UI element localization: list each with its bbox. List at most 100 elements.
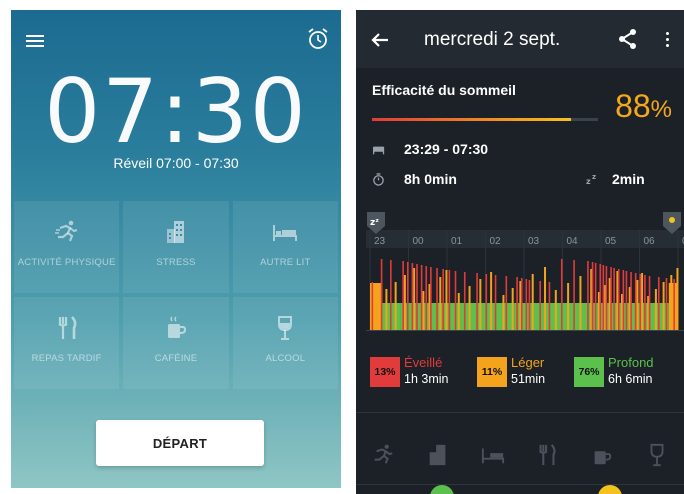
running-icon (54, 220, 77, 242)
tag-label: REPAS TARDIF (31, 353, 102, 364)
alarm-time[interactable]: 07:30 (11, 62, 341, 162)
back-arrow-icon[interactable] (370, 30, 390, 50)
tag-physical-activity[interactable]: ACTIVITÉ PHYSIQUE (14, 201, 120, 293)
share-icon[interactable] (618, 28, 638, 50)
efficiency-progress-fill (372, 118, 571, 121)
light-spike (670, 275, 673, 330)
hour-tick-label: 23 (374, 236, 386, 247)
bed-time-range: 23:29 - 07:30 (404, 141, 489, 157)
tag-label: CAFÉINE (154, 353, 198, 364)
awake-spike (634, 273, 637, 330)
awake-spike (476, 273, 478, 330)
awake-spike (402, 261, 404, 330)
efficiency-label: Efficacité du sommeil (372, 82, 516, 98)
hour-tick-label: 05 (605, 236, 617, 247)
stage-segment-deep (450, 303, 515, 330)
buildings-icon[interactable] (426, 443, 450, 467)
awake-spike (657, 277, 660, 330)
awake-spike (390, 260, 392, 330)
awake-spike (602, 265, 605, 330)
awake-spike (644, 275, 646, 330)
awake-spike (599, 264, 602, 330)
deep-duration: 6h 6min (608, 372, 653, 386)
tag-late-meal[interactable]: REPAS TARDIF (14, 297, 120, 389)
awake-spike (380, 259, 383, 330)
tag-alcohol[interactable]: ALCOOL (232, 297, 338, 389)
light-spike (662, 282, 665, 330)
coffee-cup-icon[interactable] (590, 443, 614, 467)
tag-label: STRESS (156, 257, 196, 268)
awake-spike (610, 267, 612, 330)
light-spike (457, 293, 460, 330)
tag-caffeine[interactable]: CAFÉINE (123, 297, 229, 389)
timer-icon (373, 173, 384, 186)
hamburger-menu-icon[interactable] (26, 32, 48, 52)
tag-stress[interactable]: STRESS (123, 201, 229, 293)
sleep-tags-grid: ACTIVITÉ PHYSIQUE STRESS AUTRE LIT REPAS… (14, 201, 338, 389)
tags-row (356, 425, 684, 485)
buildings-icon (166, 221, 184, 243)
green-indicator (430, 485, 454, 494)
awake-spike (463, 272, 466, 330)
light-spike (468, 286, 471, 330)
light-percent: 11% (477, 357, 507, 387)
awake-duration: 1h 3min (404, 372, 449, 386)
awake-spike (442, 269, 444, 330)
overflow-menu-icon[interactable] (666, 32, 672, 50)
running-icon[interactable] (371, 443, 395, 467)
sleep-duration: 8h 0min (404, 171, 457, 187)
deep-percent: 76% (574, 357, 604, 387)
awake-spike (622, 270, 625, 330)
wake-sun-icon (669, 217, 675, 223)
sleep-detail-screen: mercredi 2 sept. Efficacité du sommeil 8… (356, 10, 684, 494)
snore-zz-icon: z z (586, 173, 596, 186)
wine-glass-icon[interactable] (645, 443, 669, 467)
light-spike (376, 296, 379, 330)
bed-icon[interactable] (481, 443, 505, 467)
light-spike (439, 277, 442, 330)
awake-label: Éveillé (404, 355, 443, 370)
awake-spike (617, 269, 620, 330)
light-spike (479, 279, 482, 330)
awake-spike (436, 268, 438, 330)
app-bar: mercredi 2 sept. (356, 10, 684, 68)
awake-spike (505, 276, 508, 330)
efficiency-progress-bar (372, 118, 598, 121)
light-spike (544, 267, 547, 330)
awake-spike (528, 280, 531, 330)
light-spike (531, 274, 534, 330)
fork-knife-icon[interactable] (535, 443, 559, 467)
light-spike (490, 272, 493, 330)
wake-window-label: Réveil 07:00 - 07:30 (113, 155, 239, 171)
efficiency-number: 88 (615, 88, 651, 124)
sleep-graph: 230001020304050607zᶻ (366, 210, 684, 350)
tag-other-bed[interactable]: AUTRE LIT (232, 201, 338, 293)
light-spike (567, 283, 570, 330)
divider (356, 484, 684, 485)
light-label: Léger (511, 355, 545, 370)
awake-spike (648, 276, 651, 330)
coffee-cup-icon (167, 316, 186, 338)
light-spike (413, 268, 416, 330)
tag-label: AUTRE LIT (260, 257, 311, 268)
awake-spike (573, 260, 575, 330)
start-button[interactable]: DÉPART (96, 420, 264, 466)
awake-spike (591, 262, 594, 330)
awake-spike (425, 266, 428, 330)
light-spike (385, 289, 388, 330)
awake-spike (525, 279, 528, 330)
tag-label: ACTIVITÉ PHYSIQUE (17, 257, 116, 268)
light-spike (676, 268, 679, 330)
awake-spike (587, 261, 589, 330)
alarm-screen: 07:30 Réveil 07:00 - 07:30 ACTIVITÉ PHYS… (11, 10, 341, 488)
awake-spike (454, 271, 457, 330)
awake-spike (539, 281, 541, 330)
awake-spike (560, 259, 563, 330)
light-spike (636, 280, 639, 330)
light-spike (422, 291, 425, 330)
hour-tick-label: 03 (528, 236, 540, 247)
awake-spike (673, 279, 675, 330)
awake-percent: 13% (370, 357, 400, 387)
alarm-clock-icon[interactable] (305, 26, 331, 52)
awake-spike (548, 282, 551, 330)
